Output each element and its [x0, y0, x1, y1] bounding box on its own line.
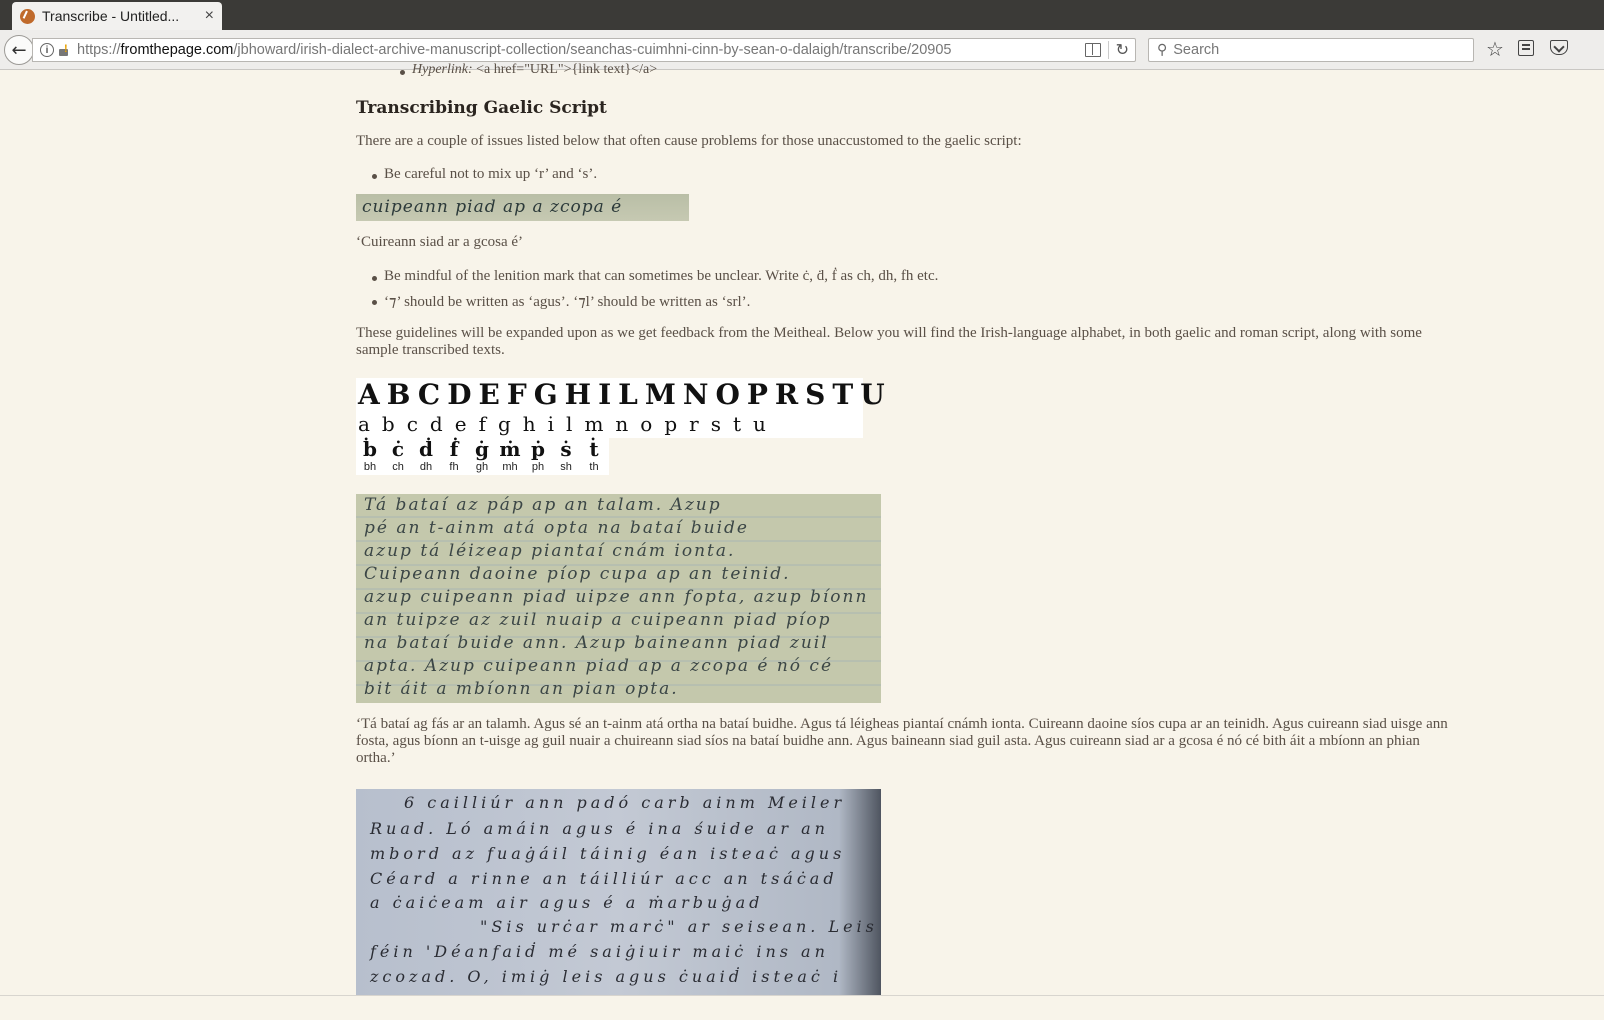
gaelic-alphabet-image: ABCDEFGHILMNOPRSTU abcdefghilmnoprstu: [356, 378, 885, 438]
search-icon: ⚲: [1157, 42, 1168, 58]
manuscript-line: an tuipze az zuil nuaip a cuipeann piad …: [364, 610, 832, 630]
browser-tab[interactable]: Transcribe - Untitled... ×: [12, 2, 222, 30]
tab-title: Transcribe - Untitled...: [42, 8, 180, 24]
manuscript-line: mbord az fuaġáil táinig éan isteaċ agus: [370, 844, 846, 863]
url-path: /jbhoward/irish-dialect-archive-manuscri…: [233, 42, 952, 58]
lenition-roman: dh: [419, 461, 433, 473]
reload-icon[interactable]: ↻: [1116, 40, 1129, 59]
lenition-cell: ḟ fh: [440, 437, 468, 473]
lenition-roman: sh: [560, 461, 572, 473]
manuscript-line: bit áit a mbíonn an pian opta.: [364, 679, 679, 699]
manuscript-sample-2: 6 cailliúr ann padó carb ainm Meiler Rua…: [356, 789, 881, 995]
lenition-cell: ṁ mh: [496, 437, 524, 473]
lenition-roman: mh: [502, 461, 518, 473]
back-arrow-icon[interactable]: ←: [4, 35, 34, 65]
lenition-roman: th: [589, 461, 599, 473]
manuscript-sample-1: Tá bataí az páp ap an talam. Azup pé an …: [356, 494, 881, 703]
alphabet-uppercase: ABCDEFGHILMNOPRSTU: [358, 378, 892, 411]
reader-view-icon[interactable]: [1085, 43, 1101, 57]
bullet-r-s: Be careful not to mix up ‘r’ and ‘s’.: [356, 166, 597, 183]
url-domain: fromthepage.com: [120, 42, 234, 58]
manuscript-line: azup tá léizeap piantaí cnám ionta.: [364, 541, 736, 561]
insecure-lock-icon[interactable]: [57, 43, 71, 57]
r-s-example-image: cuipeann piad ap a zcopa é: [356, 194, 689, 221]
lenition-cell: ċ ch: [384, 437, 412, 473]
alphabet-lowercase: abcdefghilmnoprstu: [358, 412, 778, 436]
manuscript-line: Cuipeann daoine píop cupa ap an teinid.: [364, 564, 791, 584]
manuscript-1-transcription: ‘Tá bataí ag fás ar an talamh. Agus sé a…: [356, 716, 1448, 766]
lenition-glyph: ṗ: [531, 437, 545, 461]
url-bar[interactable]: i https://fromthepage.com/jbhoward/irish…: [32, 38, 1136, 62]
lenition-roman: gh: [475, 461, 489, 473]
reading-list-icon[interactable]: [1518, 40, 1534, 56]
lenition-roman: fh: [449, 461, 459, 473]
pocket-icon[interactable]: [1550, 40, 1568, 55]
manuscript-line: azup cuipeann piad uipze ann fopta, azup…: [364, 587, 869, 607]
hyperlink-syntax-item: Hyperlink: <a href="URL">{link text}</a>: [384, 62, 1604, 78]
section-heading: Transcribing Gaelic Script: [356, 98, 607, 118]
bookmark-star-icon[interactable]: ☆: [1486, 37, 1504, 61]
lenition-roman: ch: [392, 461, 404, 473]
bottom-border: [0, 995, 1604, 1020]
lenition-glyph: ċ: [391, 437, 405, 461]
lenition-glyph: ḟ: [449, 437, 459, 461]
lenition-cell: ṡ sh: [552, 437, 580, 473]
manuscript-line: apta. Azup cuipeann piad ap a zcopa é nó…: [364, 656, 834, 676]
manuscript-line: pé an t-ainm atá opta na bataí buide: [364, 518, 749, 538]
r-s-handwriting: cuipeann piad ap a zcopa é: [362, 197, 623, 217]
bullet-agus: ‘⁊’ should be written as ‘agus’. ‘⁊l’ sh…: [356, 292, 750, 311]
manuscript-line: "Sis urċar marċ" ar seisean. Leis: [480, 917, 878, 936]
close-tab-icon[interactable]: ×: [205, 7, 214, 25]
lenition-chart: ḃ bh ċ ch ḋ dh ḟ fh ġ gh ṁ mh ṗ ph ṡ sh ṫ th: [356, 437, 609, 475]
manuscript-line: zcozad. O, imiġ leis agus ċuaiḋ isteaċ i: [370, 967, 843, 986]
lenition-glyph: ḋ: [419, 437, 433, 461]
manuscript-line: Céard a rinne an táilliúr acc an tsáċad: [370, 869, 838, 888]
lenition-cell: ṫ th: [580, 437, 608, 473]
lenition-glyph: ḃ: [363, 437, 377, 461]
search-input[interactable]: ⚲ Search: [1148, 38, 1474, 62]
url-scheme: https://: [77, 42, 121, 58]
hyperlink-code: <a href="URL">{link text}</a>: [472, 62, 658, 77]
url-divider: [1108, 41, 1109, 59]
manuscript-line: 6 cailliúr ann padó carb ainm Meiler: [404, 793, 846, 812]
info-icon[interactable]: i: [40, 43, 54, 57]
intro-paragraph: There are a couple of issues listed belo…: [356, 133, 1022, 149]
manuscript-line: a ċaiċeam air agus é a ṁarbuġad: [370, 893, 764, 912]
lenition-cell: ḋ dh: [412, 437, 440, 473]
lenition-roman: bh: [363, 461, 377, 473]
manuscript-line: na bataí buide ann. Azup baineann piad z…: [364, 633, 829, 653]
lenition-glyph: ṡ: [560, 437, 572, 461]
url-text[interactable]: https://fromthepage.com/jbhoward/irish-d…: [77, 42, 1135, 58]
lenition-glyph: ṫ: [589, 437, 599, 461]
bullet-lenition: Be mindful of the lenition mark that can…: [356, 268, 938, 285]
hyperlink-label: Hyperlink:: [412, 62, 473, 77]
lenition-cell: ṗ ph: [524, 437, 552, 473]
r-s-caption: ‘Cuireann siad ar a gcosa é’: [356, 234, 524, 250]
manuscript-line: féin 'Déanfaiḋ mé saiġiuir maiċ ins an: [370, 942, 829, 961]
lenition-cell: ḃ bh: [356, 437, 384, 473]
manuscript-line: Tá bataí az páp ap an talam. Azup: [364, 495, 722, 515]
lenition-glyph: ġ: [475, 437, 489, 461]
tab-bar: Transcribe - Untitled... ×: [0, 0, 1604, 30]
lenition-glyph: ṁ: [499, 437, 521, 461]
lenition-roman: ph: [531, 461, 545, 473]
search-placeholder: Search: [1173, 42, 1220, 58]
lenition-cell: ġ gh: [468, 437, 496, 473]
manuscript-line: Ruad. Ló amáin agus é ina śuide ar an: [370, 819, 829, 838]
guidelines-paragraph: These guidelines will be expanded upon a…: [356, 325, 1422, 358]
fromthepage-favicon-icon: [20, 8, 35, 24]
